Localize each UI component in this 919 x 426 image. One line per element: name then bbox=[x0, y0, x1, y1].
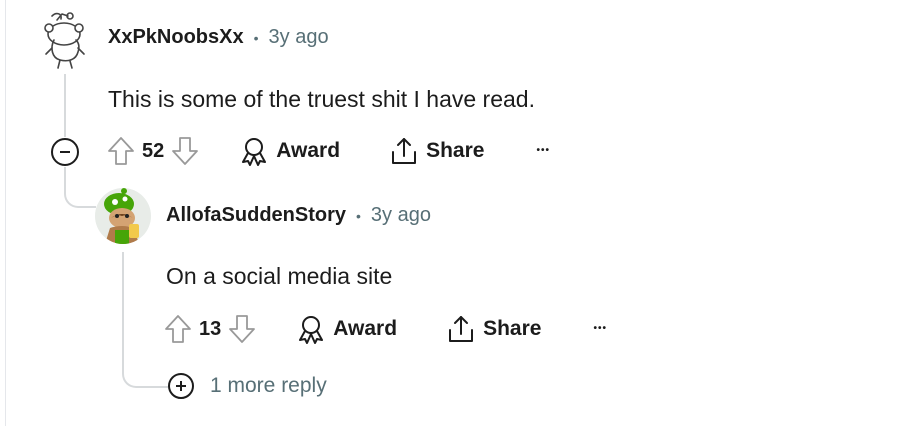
share-button[interactable]: Share bbox=[447, 314, 541, 344]
reply-actions: 13 Award Share ••• bbox=[163, 309, 607, 349]
award-button[interactable]: Award bbox=[240, 136, 340, 166]
timestamp[interactable]: 3y ago bbox=[269, 26, 329, 49]
vote-score: 13 bbox=[199, 317, 222, 340]
more-options-icon: ••• bbox=[536, 145, 550, 156]
reply-curve-to-more bbox=[122, 330, 168, 388]
more-options-icon: ••• bbox=[593, 323, 607, 334]
reply-header: AllofaSuddenStory • 3y ago bbox=[166, 204, 431, 227]
comment-body: This is some of the truest shit I have r… bbox=[108, 86, 535, 112]
page-left-border bbox=[5, 0, 6, 426]
reply-username[interactable]: AllofaSuddenStory bbox=[166, 204, 346, 227]
collapse-icon bbox=[60, 151, 70, 153]
more-replies-label: 1 more reply bbox=[210, 374, 327, 397]
share-label: Share bbox=[426, 139, 485, 162]
share-icon bbox=[449, 316, 474, 342]
user-avatar[interactable] bbox=[38, 10, 92, 70]
thread-curve-to-reply bbox=[64, 170, 96, 208]
meta-separator: • bbox=[253, 29, 259, 46]
username[interactable]: XxPkNoobsXx bbox=[108, 26, 244, 49]
vote-score: 52 bbox=[142, 139, 165, 162]
downvote-icon bbox=[172, 137, 199, 165]
share-label: Share bbox=[483, 317, 542, 340]
reply-user-avatar[interactable] bbox=[95, 188, 151, 244]
more-options-button[interactable]: ••• bbox=[536, 146, 550, 156]
upvote-icon bbox=[165, 315, 191, 343]
snoo-avatar-icon bbox=[44, 12, 85, 69]
award-label: Award bbox=[333, 317, 398, 340]
upvote-icon bbox=[108, 137, 134, 165]
share-button[interactable]: Share bbox=[390, 136, 484, 166]
expand-icon bbox=[176, 381, 186, 391]
downvote-button[interactable] bbox=[170, 135, 200, 167]
downvote-button[interactable] bbox=[227, 313, 257, 345]
reply-body: On a social media site bbox=[166, 263, 393, 289]
collapse-thread-button[interactable] bbox=[51, 138, 79, 166]
meta-separator: • bbox=[356, 207, 361, 224]
reply-timestamp[interactable]: 3y ago bbox=[371, 204, 431, 227]
award-button[interactable]: Award bbox=[297, 314, 397, 344]
share-icon bbox=[392, 138, 417, 164]
snoo-avatar-icon bbox=[95, 188, 151, 244]
more-replies-link[interactable]: 1 more reply bbox=[168, 373, 327, 399]
award-icon bbox=[299, 316, 324, 344]
more-options-button[interactable]: ••• bbox=[593, 324, 607, 334]
expand-button[interactable] bbox=[168, 373, 194, 399]
upvote-button[interactable] bbox=[163, 313, 193, 345]
upvote-button[interactable] bbox=[106, 135, 136, 167]
award-label: Award bbox=[276, 139, 341, 162]
downvote-icon bbox=[229, 315, 256, 343]
award-icon bbox=[242, 138, 267, 166]
thread-line-top bbox=[64, 74, 66, 137]
comment-header: XxPkNoobsXx • 3y ago bbox=[108, 26, 329, 49]
comment-actions: 52 Award Share ••• bbox=[106, 131, 550, 171]
